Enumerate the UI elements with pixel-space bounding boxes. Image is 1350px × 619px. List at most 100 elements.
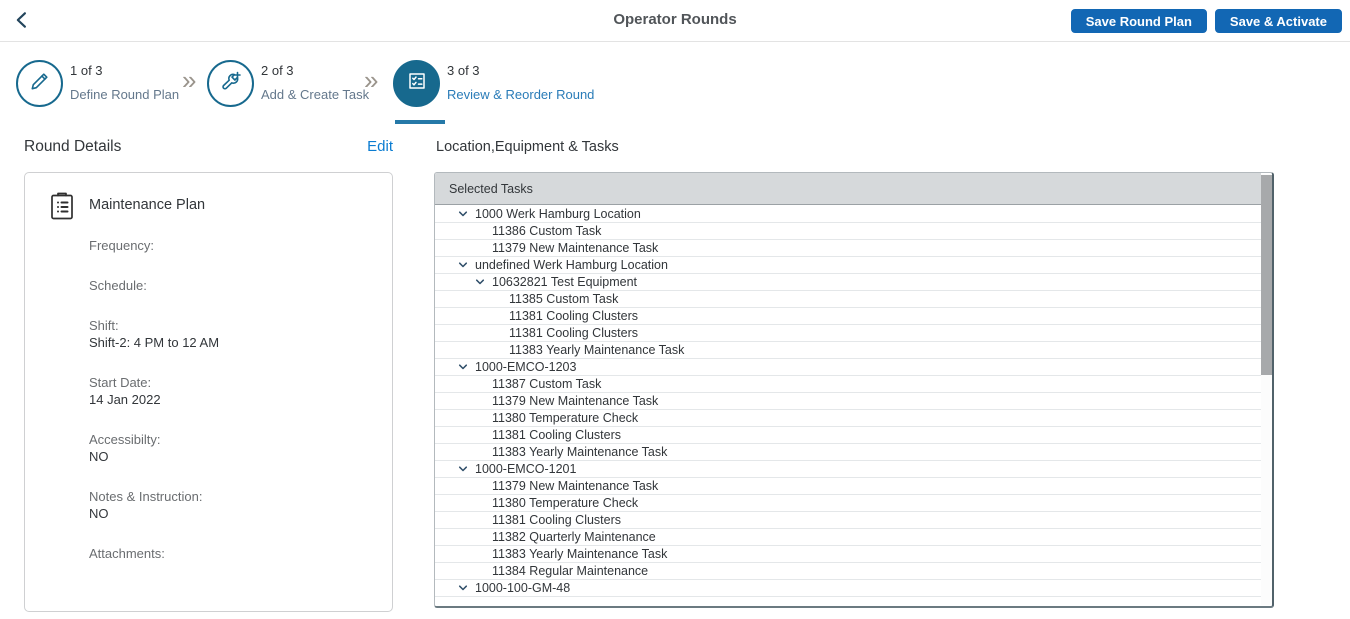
detail-field: Notes & Instruction: NO <box>89 489 392 522</box>
tree-item-label: 11385 Custom Task <box>509 291 618 307</box>
tree-item-label: 11381 Cooling Clusters <box>492 512 621 528</box>
tree-item[interactable]: undefined Werk Hamburg Location <box>435 257 1261 274</box>
scrollbar-thumb[interactable] <box>1261 175 1272 375</box>
save-round-plan-button[interactable]: Save Round Plan <box>1071 9 1207 33</box>
tree-item[interactable]: 11386 Custom Task <box>435 223 1261 240</box>
field-label: Schedule: <box>89 278 392 294</box>
save-and-activate-button[interactable]: Save & Activate <box>1215 9 1342 33</box>
tree-item-label: 11379 New Maintenance Task <box>492 393 658 409</box>
tree-item[interactable]: 11381 Cooling Clusters <box>435 427 1261 444</box>
selected-tasks-header: Selected Tasks <box>435 173 1261 205</box>
tree-item-label: 11379 New Maintenance Task <box>492 240 658 256</box>
field-label: Frequency: <box>89 238 392 254</box>
tree-item-label: 11386 Custom Task <box>492 223 601 239</box>
chevron-down-icon[interactable] <box>457 361 475 373</box>
tree-item[interactable]: 1000-100-GM-48 <box>435 580 1261 597</box>
step-1-label: Define Round Plan <box>70 87 179 102</box>
chevron-down-icon[interactable] <box>474 276 492 288</box>
step-separator-icon: » <box>364 67 378 93</box>
clipboard-list-icon <box>49 191 75 221</box>
task-tree: 1000 Werk Hamburg Location 11386 Custom … <box>435 206 1261 606</box>
wizard-step-3[interactable]: 3 of 3 Review & Reorder Round <box>393 60 594 107</box>
tree-item[interactable]: 11379 New Maintenance Task <box>435 393 1261 410</box>
tree-item-label: 1000 Werk Hamburg Location <box>475 206 641 222</box>
edit-link[interactable]: Edit <box>367 138 393 155</box>
tree-item[interactable]: 11379 New Maintenance Task <box>435 478 1261 495</box>
tree-item[interactable]: 10632821 Test Equipment <box>435 274 1261 291</box>
tree-item[interactable]: 11383 Yearly Maintenance Task <box>435 546 1261 563</box>
step-2-number: 2 of 3 <box>261 63 369 78</box>
tree-item-label: undefined Werk Hamburg Location <box>475 257 668 273</box>
tree-item[interactable]: 11384 Regular Maintenance <box>435 563 1261 580</box>
tree-item-label: 11383 Yearly Maintenance Task <box>509 342 684 358</box>
step-2-label: Add & Create Task <box>261 87 369 102</box>
wizard-step-1[interactable]: 1 of 3 Define Round Plan <box>16 60 179 107</box>
detail-field: Frequency: <box>89 238 392 254</box>
step-1-number: 1 of 3 <box>70 63 179 78</box>
pencil-icon <box>28 69 52 98</box>
chevron-down-icon[interactable] <box>457 463 475 475</box>
tree-item-label: 11384 Regular Maintenance <box>492 563 648 579</box>
tree-item[interactable]: 11385 Custom Task <box>435 291 1261 308</box>
field-value: Shift-2: 4 PM to 12 AM <box>89 334 392 351</box>
card-title: Maintenance Plan <box>89 191 205 221</box>
field-label: Notes & Instruction: <box>89 489 392 505</box>
round-details-title: Round Details <box>24 138 121 156</box>
step-1-circle[interactable] <box>16 60 63 107</box>
wrench-plus-icon <box>219 69 243 98</box>
field-label: Accessibilty: <box>89 432 392 448</box>
details-fields: Frequency: Schedule: Shift: Shift-2: 4 P… <box>89 238 392 562</box>
tasks-panel-title: Location,Equipment & Tasks <box>436 139 619 155</box>
tree-item-label: 11381 Cooling Clusters <box>492 427 621 443</box>
step-3-label: Review & Reorder Round <box>447 87 594 102</box>
step-3-number: 3 of 3 <box>447 63 594 78</box>
chevron-down-icon[interactable] <box>457 259 475 271</box>
field-value: 14 Jan 2022 <box>89 391 392 408</box>
tree-item-label: 11380 Temperature Check <box>492 410 638 426</box>
wizard-step-2[interactable]: 2 of 3 Add & Create Task <box>207 60 369 107</box>
tree-item-label: 1000-EMCO-1201 <box>475 461 576 477</box>
tree-item-label: 11383 Yearly Maintenance Task <box>492 444 667 460</box>
tree-item[interactable]: 11381 Cooling Clusters <box>435 308 1261 325</box>
field-value: NO <box>89 448 392 465</box>
detail-field: Attachments: <box>89 546 392 562</box>
step-3-circle[interactable] <box>393 60 440 107</box>
tree-item-label: 11387 Custom Task <box>492 376 601 392</box>
tree-item[interactable]: 11382 Quarterly Maintenance <box>435 529 1261 546</box>
tree-item[interactable]: 11381 Cooling Clusters <box>435 512 1261 529</box>
step-2-circle[interactable] <box>207 60 254 107</box>
tree-item[interactable]: 11380 Temperature Check <box>435 495 1261 512</box>
tree-item-label: 11381 Cooling Clusters <box>509 325 638 341</box>
tree-item[interactable]: 1000-EMCO-1203 <box>435 359 1261 376</box>
chevron-down-icon[interactable] <box>457 208 475 220</box>
detail-field: Accessibilty: NO <box>89 432 392 465</box>
step-separator-icon: » <box>182 67 196 93</box>
tree-item-label: 10632821 Test Equipment <box>492 274 637 290</box>
tree-item[interactable]: 1000-EMCO-1201 <box>435 461 1261 478</box>
tree-item-label: 11382 Quarterly Maintenance <box>492 529 656 545</box>
header-actions: Save Round Plan Save & Activate <box>1071 9 1342 33</box>
detail-field: Schedule: <box>89 278 392 294</box>
field-label: Shift: <box>89 318 392 334</box>
vertical-scrollbar[interactable] <box>1261 174 1272 605</box>
detail-field: Start Date: 14 Jan 2022 <box>89 375 392 408</box>
round-details-card: Maintenance Plan Frequency: Schedule: Sh… <box>24 172 393 612</box>
wizard-progress-bar: 1 of 3 Define Round Plan » 2 of 3 Add & … <box>0 43 1350 125</box>
chevron-down-icon[interactable] <box>457 582 475 594</box>
field-label: Attachments: <box>89 546 392 562</box>
tree-item-label: 11380 Temperature Check <box>492 495 638 511</box>
field-label: Start Date: <box>89 375 392 391</box>
tree-item[interactable]: 11383 Yearly Maintenance Task <box>435 444 1261 461</box>
tree-item[interactable]: 11381 Cooling Clusters <box>435 325 1261 342</box>
tree-item[interactable]: 1000 Werk Hamburg Location <box>435 206 1261 223</box>
tree-item-label: 1000-100-GM-48 <box>475 580 570 596</box>
tree-item[interactable]: 11379 New Maintenance Task <box>435 240 1261 257</box>
detail-field: Shift: Shift-2: 4 PM to 12 AM <box>89 318 392 351</box>
tree-item[interactable]: 11387 Custom Task <box>435 376 1261 393</box>
checklist-icon <box>405 69 429 98</box>
tree-item[interactable]: 11380 Temperature Check <box>435 410 1261 427</box>
active-step-indicator <box>395 120 445 124</box>
field-value: NO <box>89 505 392 522</box>
tree-item-label: 11383 Yearly Maintenance Task <box>492 546 667 562</box>
tree-item[interactable]: 11383 Yearly Maintenance Task <box>435 342 1261 359</box>
